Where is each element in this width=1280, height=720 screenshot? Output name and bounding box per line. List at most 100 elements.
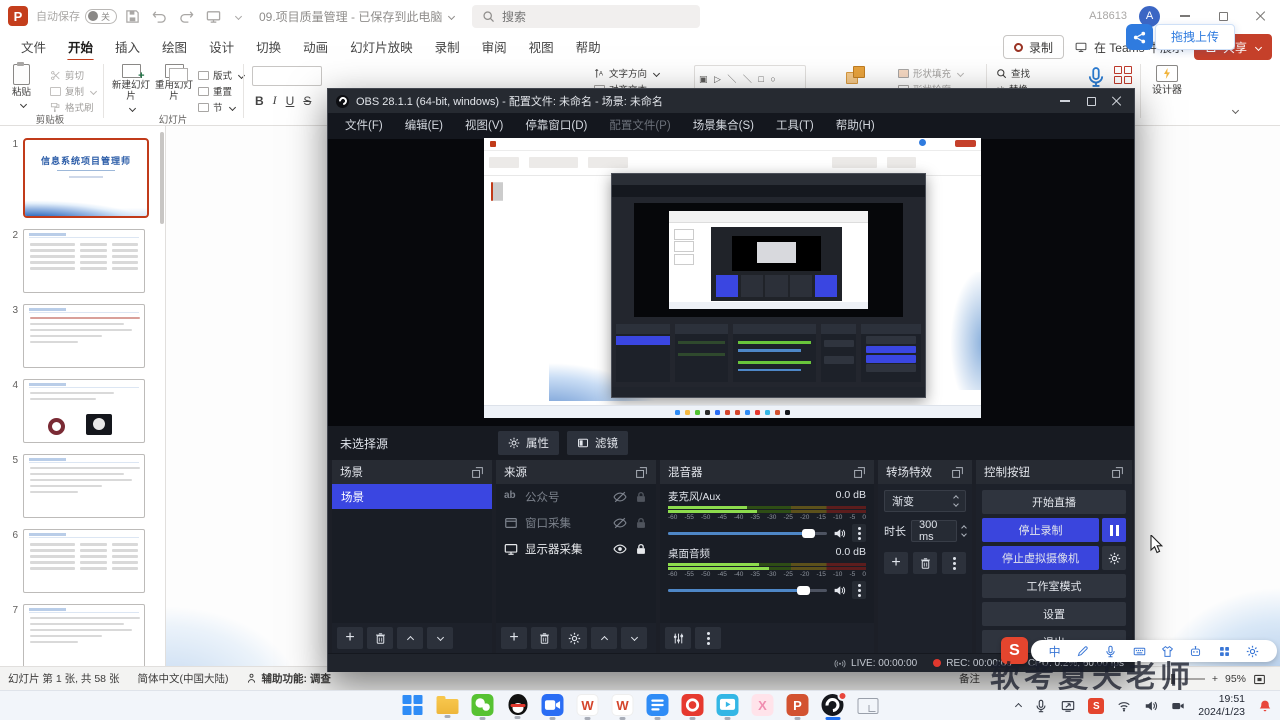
tab-动画[interactable]: 动画 xyxy=(292,32,339,61)
slide-thumbnail-5[interactable] xyxy=(23,454,145,518)
slide-thumbnail-6[interactable] xyxy=(23,529,145,593)
reuse-slides-button[interactable]: 重用幻灯片 xyxy=(155,64,193,103)
visibility-eye-icon[interactable] xyxy=(613,542,627,556)
text-direction-button[interactable]: A 文字方向 xyxy=(594,66,661,80)
slide-thumbnail-4[interactable] xyxy=(23,379,145,443)
toolbox-icon[interactable] xyxy=(1218,645,1231,658)
tab-视图[interactable]: 视图 xyxy=(518,32,565,61)
camera-icon[interactable] xyxy=(1171,699,1185,713)
obs-minimize-button[interactable] xyxy=(1052,90,1078,112)
cut-button[interactable]: 剪切 xyxy=(50,68,84,82)
tab-录制[interactable]: 录制 xyxy=(424,32,471,61)
taskbar-wps-word[interactable]: W xyxy=(576,694,600,720)
new-slide-button[interactable]: 新建幻灯片 xyxy=(112,64,150,112)
stop-recording-button[interactable]: 停止录制 xyxy=(982,518,1099,542)
tray-expand-chevron[interactable] xyxy=(1015,702,1023,710)
popout-icon[interactable] xyxy=(635,466,648,479)
bold-button[interactable]: B xyxy=(255,94,264,108)
design-ideas-icon[interactable] xyxy=(1114,66,1133,85)
obs-menu-工具(T)[interactable]: 工具(T) xyxy=(765,113,825,139)
undo-icon[interactable] xyxy=(152,9,167,24)
properties-button[interactable]: 属性 xyxy=(498,431,559,455)
taskbar-cctalk[interactable] xyxy=(681,694,705,720)
paste-button[interactable]: 粘贴 xyxy=(12,62,31,108)
duration-input[interactable]: 300 ms xyxy=(911,519,957,543)
scene-item-场景[interactable]: 场景 xyxy=(332,484,492,509)
source-up-button[interactable] xyxy=(591,627,617,649)
tray-mic-icon[interactable] xyxy=(1034,699,1048,713)
add-source-button[interactable]: + xyxy=(501,627,527,649)
accessibility-status[interactable]: 辅助功能: 调查 xyxy=(261,671,330,686)
taskbar-tencent-meeting[interactable] xyxy=(541,694,565,720)
popout-icon[interactable] xyxy=(951,466,964,479)
designer-button[interactable]: 设计器 xyxy=(1150,65,1184,97)
fit-to-window-icon[interactable] xyxy=(1253,673,1266,686)
shape-fill-button[interactable]: 形状填充 xyxy=(898,66,965,80)
lock-icon[interactable] xyxy=(634,542,648,556)
obs-menu-配置文件(P)[interactable]: 配置文件(P) xyxy=(598,113,681,139)
zoom-in-button[interactable]: + xyxy=(1212,673,1218,685)
obs-menu-帮助(H)[interactable]: 帮助(H) xyxy=(825,113,886,139)
taskbar-obs[interactable] xyxy=(821,691,848,720)
dictate-mic-icon[interactable] xyxy=(1085,64,1107,90)
slide-thumbnail-2[interactable] xyxy=(23,229,145,293)
popout-icon[interactable] xyxy=(1111,466,1124,479)
search-bar[interactable] xyxy=(472,5,700,28)
collapse-ribbon-chevron[interactable] xyxy=(1231,106,1240,115)
copy-button[interactable]: 复制 xyxy=(50,84,98,98)
taskbar-powerpoint[interactable]: P xyxy=(786,694,810,720)
channel-menu-button[interactable] xyxy=(852,524,866,542)
taskbar-qq[interactable] xyxy=(506,694,530,719)
slide-thumbnail-7[interactable] xyxy=(23,604,145,666)
arrange-icon[interactable] xyxy=(846,66,868,88)
remove-transition-button[interactable] xyxy=(913,552,937,574)
virtual-camera-settings-button[interactable] xyxy=(1102,546,1126,570)
obs-menu-文件(F)[interactable]: 文件(F) xyxy=(334,113,394,139)
scene-down-button[interactable] xyxy=(427,627,453,649)
search-input[interactable] xyxy=(502,9,672,24)
font-name-box[interactable] xyxy=(252,66,322,86)
taskbar-tencent-video[interactable] xyxy=(716,694,740,720)
record-button[interactable]: 录制 xyxy=(1002,35,1064,59)
filters-button[interactable]: 滤镜 xyxy=(567,431,628,455)
source-item-窗口采集[interactable]: 窗口采集 xyxy=(496,510,656,536)
remove-source-button[interactable] xyxy=(531,627,557,649)
taskbar-capcut[interactable]: X xyxy=(751,694,775,720)
source-properties-button[interactable] xyxy=(561,627,587,649)
document-title[interactable]: 09.项目质量管理 - 已保存到此电脑 xyxy=(259,8,456,25)
channel-menu-button[interactable] xyxy=(852,581,866,599)
popout-icon[interactable] xyxy=(853,466,866,479)
obs-menu-视图(V)[interactable]: 视图(V) xyxy=(454,113,514,139)
speaker-icon[interactable] xyxy=(833,527,846,540)
lock-icon[interactable] xyxy=(634,490,648,504)
cloud-upload-icon[interactable] xyxy=(1126,24,1153,50)
tab-审阅[interactable]: 审阅 xyxy=(471,32,518,61)
obs-menu-停靠窗口(D)[interactable]: 停靠窗口(D) xyxy=(514,113,598,139)
obs-close-button[interactable] xyxy=(1104,90,1130,112)
source-item-显示器采集[interactable]: 显示器采集 xyxy=(496,536,656,562)
slideshow-icon[interactable] xyxy=(206,9,221,24)
taskbar-file-explorer[interactable] xyxy=(436,694,460,718)
tab-设计[interactable]: 设计 xyxy=(198,32,245,61)
slide-thumbnail-1[interactable]: 信息系统项目管理师 xyxy=(23,138,149,218)
mixer-menu-button[interactable] xyxy=(695,627,721,649)
wifi-icon[interactable] xyxy=(1117,699,1131,713)
notification-bell-icon[interactable] xyxy=(1258,699,1272,713)
remove-scene-button[interactable] xyxy=(367,627,393,649)
pause-recording-button[interactable] xyxy=(1102,518,1126,542)
italic-button[interactable]: I xyxy=(273,93,277,108)
taskbar-screen-cast[interactable] xyxy=(856,694,880,718)
taskbar-windows-start[interactable] xyxy=(401,694,425,719)
transition-menu-button[interactable] xyxy=(942,552,966,574)
advanced-audio-button[interactable] xyxy=(665,627,691,649)
taskbar-wechat[interactable] xyxy=(471,694,495,720)
autosave-pill[interactable]: 关 xyxy=(85,8,117,24)
settings-icon[interactable] xyxy=(1246,645,1259,658)
visibility-eye-off-icon[interactable] xyxy=(613,516,627,530)
popout-icon[interactable] xyxy=(471,466,484,479)
ppt-close-button[interactable] xyxy=(1248,5,1274,27)
zoom-level[interactable]: 95% xyxy=(1225,673,1246,685)
underline-button[interactable]: U xyxy=(286,94,295,108)
autosave-toggle[interactable]: 自动保存 关 xyxy=(36,8,117,24)
volume-icon[interactable] xyxy=(1144,699,1158,713)
